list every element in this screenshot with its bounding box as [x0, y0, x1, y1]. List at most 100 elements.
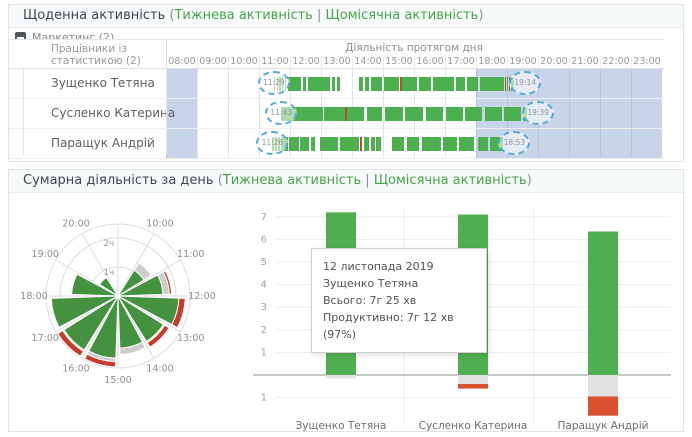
- bar-productive[interactable]: [588, 231, 618, 375]
- activity-segment-productive[interactable]: [308, 77, 330, 91]
- bar-neutral[interactable]: [458, 375, 488, 384]
- link-separator: |: [317, 8, 321, 23]
- activity-segment-productive[interactable]: [289, 137, 299, 151]
- chart-tooltip: 12 листопада 2019 Зущенко Тетяна Всього:…: [311, 248, 487, 353]
- activity-segment-productive[interactable]: [465, 107, 482, 121]
- bar-category-label: Паращук Андрій: [558, 420, 649, 432]
- polar-hour-label: 16:00: [62, 364, 89, 375]
- daily-summary-panel: Сумарна діяльність за день (Тижнева акти…: [8, 169, 684, 432]
- activity-segment-productive[interactable]: [371, 77, 382, 91]
- polar-hour-label: 15:00: [104, 375, 131, 386]
- polar-hour-label: 20:00: [62, 218, 89, 229]
- polar-hour-label: 17:00: [32, 333, 59, 344]
- bar-ytick-label: 1: [261, 393, 267, 404]
- tooltip-date: 12 листопада 2019: [323, 258, 475, 275]
- activity-segment-productive[interactable]: [376, 137, 380, 151]
- activity-segment-productive[interactable]: [433, 77, 455, 91]
- hour-tick-label: 22:00: [600, 55, 631, 69]
- activity-segment-productive[interactable]: [459, 137, 474, 151]
- bar-neutral[interactable]: [588, 375, 618, 396]
- activity-segment-productive[interactable]: [332, 77, 334, 91]
- column-divider: [166, 39, 167, 154]
- activity-segment-productive[interactable]: [385, 107, 402, 121]
- weekly-activity-link[interactable]: Тижнева активність: [174, 8, 312, 23]
- bar-neutral[interactable]: [326, 375, 356, 378]
- activity-segment-productive[interactable]: [371, 137, 375, 151]
- hour-tick-label: 10:00: [228, 55, 259, 69]
- activity-segment-productive[interactable]: [426, 107, 444, 121]
- bar-ytick-label: 5: [261, 257, 267, 268]
- activity-segment-productive[interactable]: [311, 137, 316, 151]
- polar-hour-label: 14:00: [146, 364, 173, 375]
- activity-segment-productive[interactable]: [340, 137, 359, 151]
- bar-ytick-label: 6: [261, 234, 267, 245]
- end-time-marker: 19:39: [522, 101, 554, 125]
- activity-segment-productive[interactable]: [320, 137, 338, 151]
- activity-segment-productive[interactable]: [443, 137, 457, 151]
- paren-close: ): [478, 8, 483, 23]
- monthly-activity-link[interactable]: Щомісячна активність: [374, 173, 527, 188]
- activity-segment-productive[interactable]: [446, 107, 463, 121]
- activity-segment-productive[interactable]: [456, 77, 465, 91]
- activity-segment-productive[interactable]: [337, 77, 339, 91]
- activity-segment-productive[interactable]: [422, 137, 441, 151]
- bar-category-label: Сусленко Катерина: [419, 420, 528, 432]
- bar-unproductive[interactable]: [588, 396, 618, 415]
- activity-segment-productive[interactable]: [303, 77, 306, 91]
- end-time-marker: 19:14: [509, 71, 541, 95]
- bar-ytick-label: 1: [261, 347, 267, 358]
- activity-segment-productive[interactable]: [480, 77, 504, 91]
- tooltip-total: Всього: 7г 25 хв: [323, 292, 475, 309]
- activity-segment-productive[interactable]: [384, 77, 400, 91]
- employees-column-header: Працівники із статистикою (2): [9, 40, 166, 68]
- tooltip-employee: Зущенко Тетяна: [323, 275, 475, 292]
- start-time-marker: 11:29: [258, 71, 290, 95]
- bar-unproductive[interactable]: [458, 384, 488, 389]
- timeline-header-title: Діяльність протягом дня: [166, 42, 662, 54]
- activity-segment-productive[interactable]: [359, 77, 363, 91]
- hour-tick-label: 21:00: [569, 55, 600, 69]
- weekly-activity-link[interactable]: Тижнева активність: [223, 173, 361, 188]
- activity-segment-productive[interactable]: [347, 107, 363, 121]
- activity-segment-productive[interactable]: [392, 137, 404, 151]
- daily-timeline-grid: Працівники із статистикою (2) Діяльність…: [9, 39, 664, 159]
- polar-hour-label: 10:00: [146, 218, 173, 229]
- hour-tick-label: 16:00: [414, 55, 445, 69]
- link-separator: |: [365, 173, 369, 188]
- hour-tick-label: 19:00: [507, 55, 538, 69]
- activity-segment-productive[interactable]: [504, 107, 521, 121]
- activity-segment-productive[interactable]: [407, 137, 419, 151]
- activity-segment-productive[interactable]: [324, 107, 344, 121]
- hour-tick-label: 14:00: [352, 55, 383, 69]
- bar-ytick-label: 7: [261, 212, 267, 223]
- employee-name: Зущенко Тетяна: [51, 69, 155, 98]
- activity-segment-productive[interactable]: [467, 77, 479, 91]
- daily-panel-header: Щоденна активність (Тижнева активність |…: [9, 5, 683, 28]
- monthly-activity-link[interactable]: Щомісячна активність: [326, 8, 479, 23]
- activity-segment-productive[interactable]: [402, 77, 417, 91]
- activity-segment-productive[interactable]: [300, 137, 309, 151]
- polar-hour-label: 11:00: [177, 249, 204, 260]
- activity-segment-unproductive[interactable]: [360, 137, 362, 151]
- activity-segment-productive[interactable]: [485, 107, 502, 121]
- activity-segment-productive[interactable]: [367, 107, 383, 121]
- paren-close: ): [527, 173, 532, 188]
- timeline-grid-header: Працівники із статистикою (2) Діяльність…: [9, 39, 664, 69]
- activity-segment-productive[interactable]: [365, 77, 369, 91]
- activity-segment-productive[interactable]: [478, 137, 489, 151]
- employee-name: Паращук Андрій: [51, 129, 155, 158]
- hour-tick-label: 17:00: [445, 55, 476, 69]
- bar-ytick-label: 3: [261, 302, 267, 313]
- polar-hour-label: 19:00: [32, 249, 59, 260]
- daily-panel-title: Щоденна активність: [23, 8, 165, 23]
- hour-tick-label: 11:00: [259, 55, 290, 69]
- activity-segment-productive[interactable]: [364, 137, 369, 151]
- hour-tick-label: 18:00: [476, 55, 507, 69]
- polar-hour-chart: 10:0011:0012:0013:0014:0015:0016:0017:00…: [11, 206, 229, 392]
- bar-ytick-label: 4: [261, 280, 267, 291]
- start-time-marker: 11:43: [265, 101, 297, 125]
- activity-segment-productive[interactable]: [419, 77, 431, 91]
- polar-hour-label: 13:00: [177, 333, 204, 344]
- activity-segment-productive[interactable]: [405, 107, 422, 121]
- bar-category-label: Зущенко Тетяна: [296, 420, 387, 432]
